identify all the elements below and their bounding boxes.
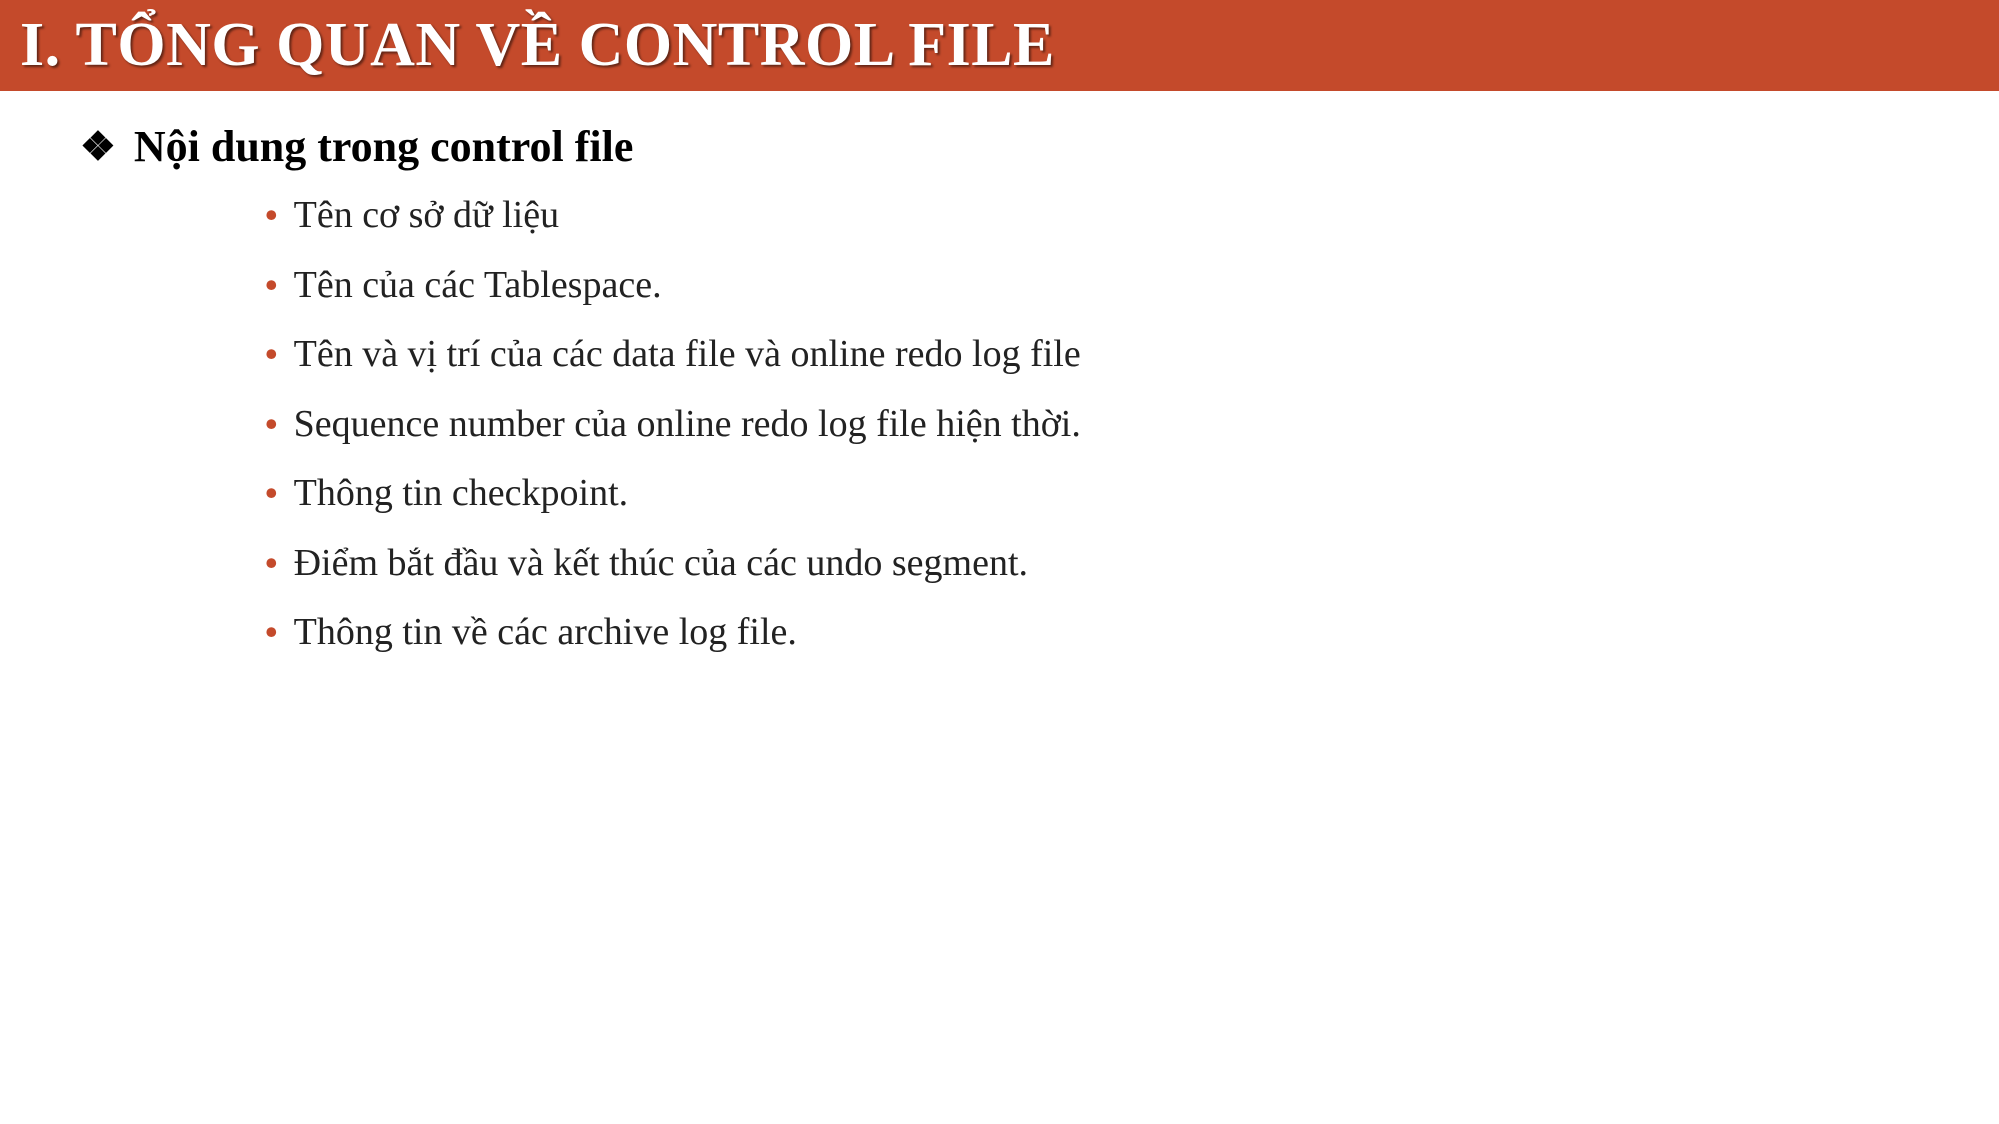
slide-content: ❖ Nội dung trong control file • Tên cơ s… bbox=[0, 91, 1999, 657]
bullet-icon: • bbox=[265, 609, 278, 656]
list-item: • Tên và vị trí của các data file và onl… bbox=[265, 331, 1939, 379]
bullet-text: Điểm bắt đầu và kết thúc của các undo se… bbox=[294, 540, 1028, 588]
bullet-icon: • bbox=[265, 401, 278, 448]
bullet-icon: • bbox=[265, 192, 278, 239]
slide-title-bar: I. TỔNG QUAN VỀ CONTROL FILE bbox=[0, 0, 1999, 91]
bullet-text: Tên cơ sở dữ liệu bbox=[294, 192, 560, 240]
list-item: • Thông tin checkpoint. bbox=[265, 470, 1939, 518]
slide-subtitle: Nội dung trong control file bbox=[134, 121, 634, 172]
bullet-text: Tên của các Tablespace. bbox=[294, 262, 662, 310]
list-item: • Điểm bắt đầu và kết thúc của các undo … bbox=[265, 540, 1939, 588]
subtitle-row: ❖ Nội dung trong control file bbox=[80, 121, 1939, 172]
bullet-text: Thông tin checkpoint. bbox=[294, 470, 629, 518]
slide-title: I. TỔNG QUAN VỀ CONTROL FILE bbox=[20, 11, 1055, 79]
bullet-text: Tên và vị trí của các data file và onlin… bbox=[294, 331, 1081, 379]
list-item: • Tên của các Tablespace. bbox=[265, 262, 1939, 310]
list-item: • Tên cơ sở dữ liệu bbox=[265, 192, 1939, 240]
bullet-icon: • bbox=[265, 470, 278, 517]
diamond-bullet-icon: ❖ bbox=[80, 127, 116, 167]
bullet-icon: • bbox=[265, 262, 278, 309]
bullet-text: Thông tin về các archive log file. bbox=[294, 609, 797, 657]
bullet-icon: • bbox=[265, 331, 278, 378]
list-item: • Sequence number của online redo log fi… bbox=[265, 401, 1939, 449]
bullet-list: • Tên cơ sở dữ liệu • Tên của các Tables… bbox=[265, 192, 1939, 657]
list-item: • Thông tin về các archive log file. bbox=[265, 609, 1939, 657]
bullet-icon: • bbox=[265, 540, 278, 587]
bullet-text: Sequence number của online redo log file… bbox=[294, 401, 1081, 449]
